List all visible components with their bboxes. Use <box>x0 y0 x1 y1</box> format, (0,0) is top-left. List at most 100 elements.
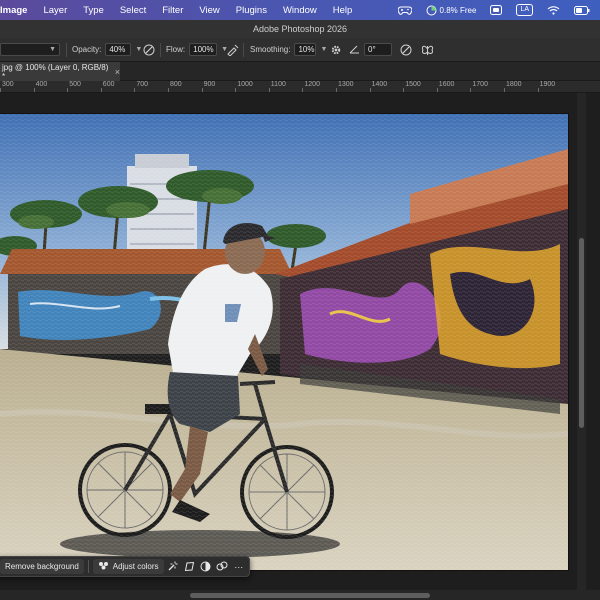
ruler-tick-mark <box>403 88 405 92</box>
contextual-task-bar: Remove background Adjust colors ··· <box>0 556 250 577</box>
ruler-tick-label: 1100 <box>270 81 286 88</box>
opacity-chevron-icon[interactable]: ▼ <box>135 46 142 53</box>
ruler-tick-label: 300 <box>2 81 14 88</box>
app-menus: Image Layer Type Select Filter View Plug… <box>0 0 360 20</box>
ruler-tick-mark <box>336 88 337 92</box>
menu-image[interactable]: Image <box>0 0 35 20</box>
mask-link-icon[interactable] <box>215 559 230 574</box>
menu-layer[interactable]: Layer <box>35 0 75 20</box>
ruler-tick-label: 1700 <box>472 81 488 88</box>
ruler-tick-mark <box>168 88 169 92</box>
horizontal-ruler[interactable]: 300 400 500 600 700 800 900 1000 1100 1200 1300 140… <box>0 81 600 93</box>
ruler-tick-mark <box>235 88 237 92</box>
divider <box>160 43 161 57</box>
adjust-colors-icon <box>98 561 109 572</box>
ruler-tick-label: 1800 <box>506 81 522 88</box>
menu-view[interactable]: View <box>191 0 227 20</box>
menu-help[interactable]: Help <box>325 0 361 20</box>
menu-window[interactable]: Window <box>275 0 325 20</box>
ruler-tick-mark <box>302 88 304 92</box>
divider <box>66 43 67 57</box>
macos-menu-bar: Image Layer Type Select Filter View Plug… <box>0 0 600 20</box>
ruler-tick-mark <box>33 88 35 92</box>
remove-background-button[interactable]: Remove background <box>0 559 84 574</box>
angle-icon <box>349 44 360 56</box>
document-tab[interactable]: jpg @ 100% (Layer 0, RGB/8) * × <box>0 62 120 81</box>
ruler-tick-label: 500 <box>69 81 81 88</box>
adjust-colors-label: Adjust colors <box>112 562 159 571</box>
ruler-tick-mark <box>0 88 1 92</box>
menu-filter[interactable]: Filter <box>154 0 191 20</box>
smoothing-input[interactable]: 10% <box>294 43 317 56</box>
adjust-colors-button[interactable]: Adjust colors <box>92 559 164 574</box>
ruler-tick-label: 700 <box>136 81 149 88</box>
ruler-tick-label: 1000 <box>237 81 253 88</box>
ruler-tick-mark <box>67 88 69 92</box>
chevron-down-icon: ▼ <box>49 46 56 53</box>
canvas-image <box>0 114 568 570</box>
tool-options-bar: ▼ Opacity: 40% ▼ Flow: 100% ▼ Smoothing:… <box>0 38 600 62</box>
menu-bar-status-area: 0.8% Free LA <box>397 0 600 20</box>
ruler-tick-label: 1500 <box>405 81 421 88</box>
ruler-tick-label: 800 <box>170 81 182 88</box>
flow-input[interactable]: 100% <box>189 43 218 56</box>
ruler-tick-label: 1900 <box>539 81 556 88</box>
window-switch-icon[interactable] <box>490 5 503 15</box>
ruler-tick-mark <box>100 88 102 92</box>
divider <box>87 560 89 573</box>
gamepad-icon[interactable] <box>397 5 412 15</box>
ruler-tick-mark <box>201 88 203 92</box>
memory-status[interactable]: 0.8% Free <box>426 5 477 16</box>
ruler-tick-label: 600 <box>102 81 115 88</box>
ruler-tick-mark <box>470 88 472 92</box>
adjustment-layer-icon[interactable] <box>199 559 214 574</box>
menu-plugins[interactable]: Plugins <box>228 0 275 20</box>
symmetry-butterfly-icon[interactable] <box>421 44 434 58</box>
gear-icon[interactable] <box>330 44 342 58</box>
remove-background-label: Remove background <box>5 562 79 571</box>
smoothing-chevron-icon[interactable]: ▼ <box>320 46 327 53</box>
window-title-bar: Adobe Photoshop 2026 <box>0 20 600 38</box>
ruler-tick-mark <box>268 88 270 92</box>
brush-mode-dropdown[interactable]: ▼ <box>0 43 60 56</box>
pressure-opacity-icon[interactable] <box>143 44 155 58</box>
vertical-scrollbar[interactable] <box>577 93 586 590</box>
battery-icon[interactable] <box>574 5 590 15</box>
divider <box>243 43 244 57</box>
transform-icon[interactable] <box>182 559 197 574</box>
ruler-tick-label: 400 <box>35 81 48 88</box>
document-tab-bar: jpg @ 100% (Layer 0, RGB/8) * × <box>0 62 600 81</box>
ruler-tick-label: 900 <box>203 81 216 88</box>
ruler-tick-mark <box>369 88 371 92</box>
smoothing-control: Smoothing: 10% ▼ <box>250 38 327 62</box>
canvas-workspace <box>0 93 600 590</box>
image-canvas[interactable] <box>0 114 568 570</box>
memory-icon <box>426 5 437 15</box>
ruler-tick-label: 1200 <box>304 81 320 88</box>
horizontal-scroll-thumb[interactable] <box>190 593 430 598</box>
close-icon[interactable]: × <box>115 67 120 77</box>
ruler-tick-mark <box>134 88 136 92</box>
window-title: Adobe Photoshop 2026 <box>252 24 348 34</box>
airbrush-icon[interactable] <box>226 44 239 58</box>
ruler-tick-label: 1600 <box>438 81 455 88</box>
wifi-icon[interactable] <box>547 5 560 15</box>
horizontal-scrollbar[interactable] <box>0 590 600 600</box>
ruler-tick-mark <box>504 88 505 92</box>
smoothing-label: Smoothing: <box>250 45 291 54</box>
more-options-button[interactable]: ··· <box>232 559 247 574</box>
ruler-tick-mark <box>537 88 539 92</box>
document-tab-title: jpg @ 100% (Layer 0, RGB/8) * <box>2 62 109 81</box>
brush-preset-picker[interactable]: ▼ <box>0 38 60 62</box>
menu-select[interactable]: Select <box>112 0 154 20</box>
opacity-input[interactable]: 40% <box>105 43 132 56</box>
vertical-scroll-thumb[interactable] <box>579 238 584 428</box>
flow-label: Flow: <box>166 45 186 54</box>
pressure-size-icon[interactable] <box>400 44 412 58</box>
memory-free-text: 0.8% Free <box>439 5 477 15</box>
magic-wand-icon[interactable] <box>166 559 181 574</box>
angle-input[interactable]: 0° <box>364 43 392 56</box>
ruler-tick-mark <box>436 88 438 92</box>
menu-type[interactable]: Type <box>75 0 112 20</box>
user-badge[interactable]: LA <box>516 4 533 16</box>
